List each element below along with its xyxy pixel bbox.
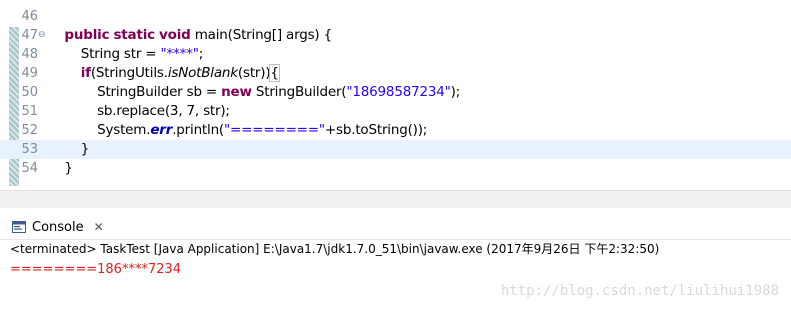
code-editor[interactable]: 46 47 ⊖ public static void main(String[] a… [0,0,791,190]
console-output: ========186****7234 [10,262,182,277]
close-icon[interactable]: ✕ [94,220,104,234]
code-line[interactable]: 48 String str = "****"; [0,45,791,64]
code-line[interactable]: 49 if(StringUtils.isNotBlank(str)){ [0,64,791,83]
line-number: 47 [21,28,38,43]
code-line[interactable]: 52 System.err.println("========"+sb.toSt… [0,121,791,140]
console-tab-label: Console [32,219,84,235]
scroll-left-button[interactable] [0,191,14,208]
line-number: 50 [21,85,38,100]
fold-collapse-icon[interactable]: ⊖ [38,30,46,40]
line-number: 52 [21,123,38,138]
line-number: 53 [21,142,38,157]
code-line[interactable]: 47 ⊖ public static void main(String[] arg… [0,26,791,45]
line-number: 54 [21,161,38,176]
code-text: System.err.println("========"+sb.toStrin… [48,122,428,138]
code-line[interactable]: 50 StringBuilder sb = new StringBuilder(… [0,83,791,102]
code-line[interactable]: 46 [0,7,791,26]
code-text: } [48,141,90,157]
watermark: http://blog.csdn.net/liulihui1988 [500,283,779,299]
code-text: } [48,160,73,176]
tab-console[interactable]: Console ✕ [6,216,110,238]
code-line[interactable]: 53 } [0,140,791,159]
code-text: String str = "****"; [48,46,204,62]
horizontal-scrollbar[interactable] [0,190,791,208]
code-text: sb.replace(3, 7, str); [48,103,230,119]
console-status: <terminated> TaskTest [Java Application]… [10,242,660,256]
code-line[interactable]: 54 } [0,159,791,178]
line-number: 49 [21,66,38,81]
line-number: 48 [21,47,38,62]
code-line[interactable]: 51 sb.replace(3, 7, str); [0,102,791,121]
code-text: if(StringUtils.isNotBlank(str)){ [80,64,280,82]
console-tab-bar: Console ✕ [0,213,791,240]
console-icon [12,218,26,237]
code-text: StringBuilder sb = new StringBuilder("18… [48,84,461,100]
code-text: public static void main(String[] args) { [64,27,332,43]
line-number: 46 [21,9,38,24]
line-number: 51 [21,104,38,119]
